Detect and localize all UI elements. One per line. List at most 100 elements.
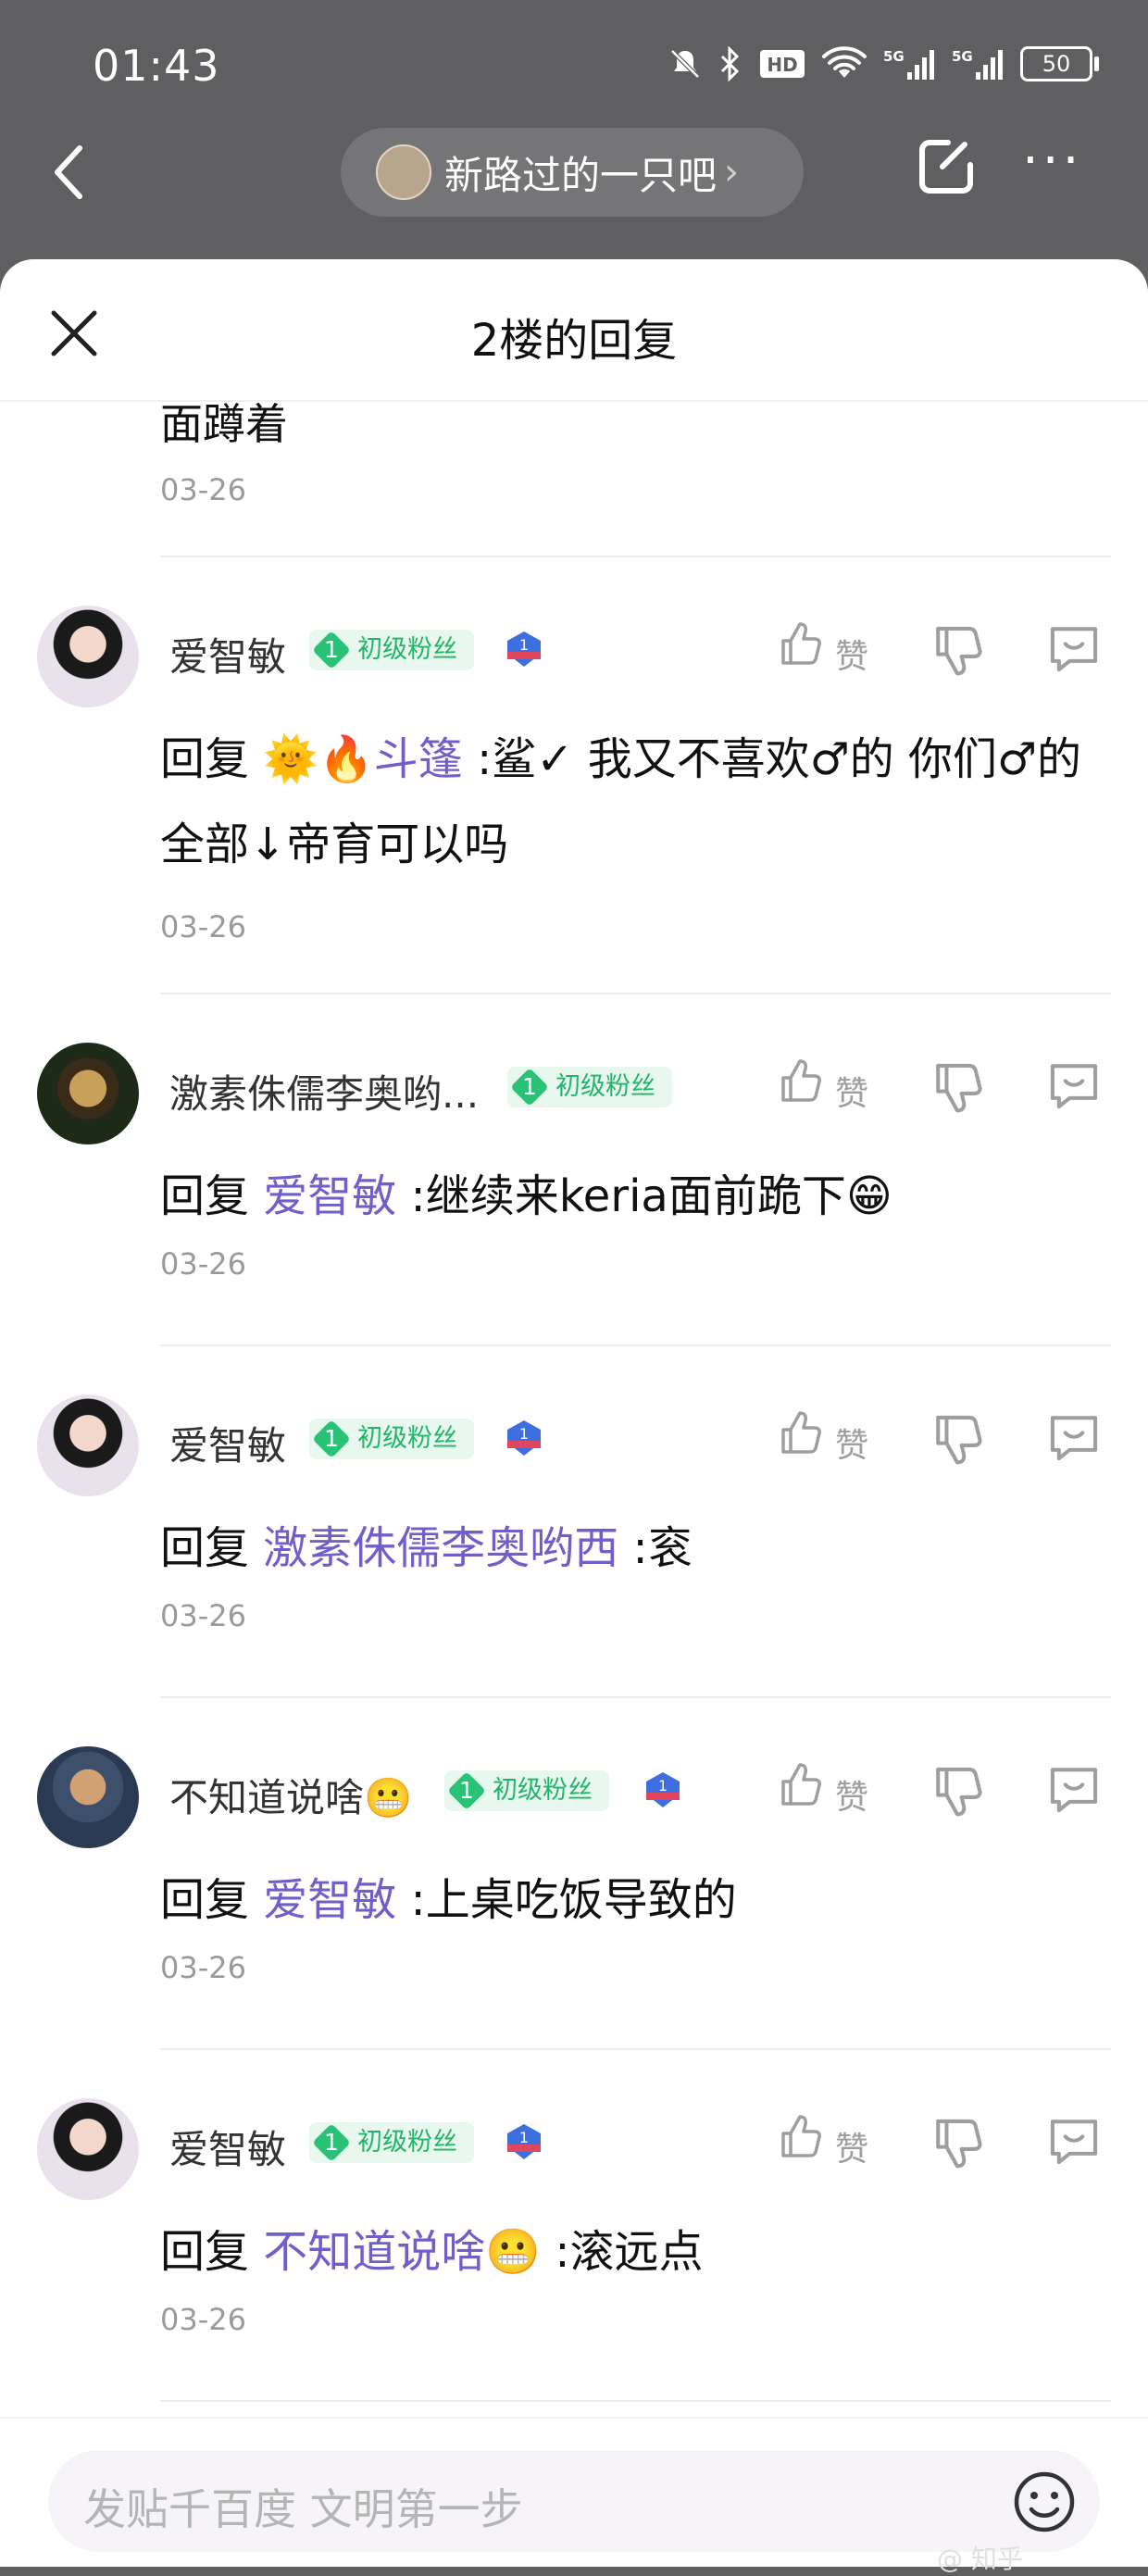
reply-text: 回复 爱智敏 :上桌吃饭导致的 <box>160 1857 1104 1943</box>
input-placeholder: 发贴千百度 文明第一步 <box>83 2484 523 2534</box>
avatar[interactable] <box>37 606 139 707</box>
forum-avatar <box>376 144 431 200</box>
svg-text:1: 1 <box>519 1425 529 1443</box>
partial-reply-date: 03-26 <box>160 472 246 507</box>
divider <box>160 1696 1111 1698</box>
reply-prefix: 回复 <box>160 1874 264 1926</box>
sheet-title: 2楼的回复 <box>470 315 678 367</box>
thumbs-up-icon <box>781 1411 821 1454</box>
divider <box>160 993 1111 994</box>
badge-level: 1 <box>522 1073 537 1100</box>
battery-icon: 50 <box>1020 46 1099 81</box>
thumbs-up-icon <box>781 2115 821 2157</box>
thumbs-up-icon <box>781 1763 821 1806</box>
username[interactable]: 爱智敏 <box>169 1415 286 1471</box>
mention-link[interactable]: 爱智敏 <box>263 1874 396 1926</box>
like-button[interactable]: 赞 <box>776 2113 878 2169</box>
svg-text:HD: HD <box>767 54 797 76</box>
thumbs-down-icon[interactable] <box>930 1059 985 1115</box>
reply-prefix: 回复 <box>160 1522 264 1574</box>
mention-link[interactable]: 爱智敏 <box>263 1170 396 1222</box>
like-label: 赞 <box>835 638 869 676</box>
like-button[interactable]: 赞 <box>776 1409 878 1465</box>
emoji-icon[interactable] <box>1011 2469 1078 2535</box>
reply-date: 03-26 <box>160 909 246 944</box>
reply-item: 激素侏儒李奥哟... 1 初级粉丝 赞 回复 爱智敏 :继续来keria面前跪下😁… <box>0 1043 1148 1394</box>
back-button[interactable] <box>52 144 89 200</box>
sheet-header: 2楼的回复 <box>0 259 1148 402</box>
comment-icon[interactable] <box>1046 2113 1102 2169</box>
more-icon[interactable]: ··· <box>1022 135 1081 187</box>
comment-icon[interactable] <box>1046 1761 1102 1817</box>
status-bar: 01:43 HD 5G 5G 50 <box>0 0 1148 130</box>
post-input[interactable]: 发贴千百度 文明第一步 <box>48 2450 1100 2552</box>
comment-icon[interactable] <box>1046 620 1102 676</box>
username[interactable]: 爱智敏 <box>169 626 286 682</box>
thumbs-down-icon[interactable] <box>930 2115 985 2170</box>
level-icon: 1 <box>507 2124 541 2159</box>
level-icon: 1 <box>507 1420 541 1456</box>
mention-link[interactable]: 不知道说啥😬 <box>263 2226 541 2278</box>
reply-content: :衮 <box>632 1522 693 1574</box>
like-button[interactable]: 赞 <box>776 620 878 676</box>
username[interactable]: 爱智敏 <box>169 2119 286 2175</box>
5g-signal-icon: 5G <box>883 48 934 80</box>
thumbs-down-icon[interactable] <box>930 622 985 678</box>
thumbs-down-icon[interactable] <box>930 1763 985 1819</box>
badge-label: 初级粉丝 <box>357 635 457 664</box>
reply-date: 03-26 <box>160 1598 246 1633</box>
edit-icon[interactable] <box>917 137 976 196</box>
comment-icon[interactable] <box>1046 1057 1102 1113</box>
fan-badge: 1 初级粉丝 <box>444 1770 609 1811</box>
reply-list[interactable]: 面蹲着 03-26 爱智敏 1 初级粉丝 1 赞 回复 🌞🔥斗篷 :鲨✓ 我又不喜… <box>0 400 1148 2415</box>
watermark: @ 知乎 <box>937 2544 1023 2574</box>
reply-prefix: 回复 <box>160 733 264 785</box>
fan-badge: 1 初级粉丝 <box>309 2122 474 2163</box>
reply-content: :继续来keria面前跪下😁 <box>410 1170 892 1222</box>
comment-icon[interactable] <box>1046 1409 1102 1465</box>
avatar[interactable] <box>37 1043 139 1144</box>
like-label: 赞 <box>835 1427 869 1465</box>
reply-date: 03-26 <box>160 2302 246 2337</box>
svg-text:5G: 5G <box>952 48 973 65</box>
avatar[interactable] <box>37 2098 139 2200</box>
username[interactable]: 激素侏儒李奥哟... <box>169 1063 479 1119</box>
status-icons: HD 5G 5G 50 <box>668 46 1099 81</box>
thumbs-up-icon <box>781 622 821 665</box>
svg-text:1: 1 <box>519 636 529 654</box>
avatar[interactable] <box>37 1394 139 1496</box>
svg-text:1: 1 <box>519 2129 529 2146</box>
forum-name: 新路过的一只吧 <box>444 152 718 198</box>
level-icon: 1 <box>646 1772 680 1807</box>
like-button[interactable]: 赞 <box>776 1761 878 1817</box>
reply-item: 爱智敏 1 初级粉丝 1 赞 回复 🌞🔥斗篷 :鲨✓ 我又不喜欢♂的 你们♂的全部… <box>0 606 1148 994</box>
mention-link[interactable]: 激素侏儒李奥哟西 <box>263 1522 618 1574</box>
reply-item: 爱智敏 1 初级粉丝 1 赞 回复 激素侏儒李奥哟西 :衮 03-26 <box>0 1394 1148 1746</box>
mention-link[interactable]: 斗篷 <box>374 733 463 785</box>
bluetooth-icon <box>720 46 740 81</box>
username[interactable]: 不知道说啥😬 <box>169 1767 412 1823</box>
reply-text: 回复 不知道说啥😬 :滚远点 <box>160 2209 1104 2295</box>
avatar[interactable] <box>37 1746 139 1848</box>
wifi-icon <box>822 46 867 78</box>
badge-label: 初级粉丝 <box>555 1072 655 1101</box>
like-button[interactable]: 赞 <box>776 1057 878 1113</box>
5g-signal-icon: 5G <box>952 48 1003 80</box>
reply-prefix: 回复 <box>160 1170 264 1222</box>
partial-reply-text: 面蹲着 <box>160 400 288 449</box>
like-label: 赞 <box>835 2131 869 2169</box>
thumbs-down-icon[interactable] <box>930 1411 985 1467</box>
forum-chip[interactable]: 新路过的一只吧 › <box>341 128 804 217</box>
status-time: 01:43 <box>93 41 220 91</box>
reply-text: 回复 爱智敏 :继续来keria面前跪下😁 <box>160 1154 1104 1239</box>
badge-label: 初级粉丝 <box>493 1776 593 1805</box>
divider <box>160 556 1111 557</box>
fan-badge: 1 初级粉丝 <box>309 1419 474 1459</box>
reply-date: 03-26 <box>160 1950 246 1985</box>
reply-item: 爱智敏 1 初级粉丝 1 赞 回复 不知道说啥😬 :滚远点 03-26 <box>0 2098 1148 2415</box>
badge-label: 初级粉丝 <box>357 1424 457 1453</box>
chevron-right-icon: › <box>724 151 740 194</box>
like-label: 赞 <box>835 1075 869 1113</box>
svg-text:1: 1 <box>658 1777 668 1794</box>
reply-prefix: 回复 <box>160 2226 264 2278</box>
